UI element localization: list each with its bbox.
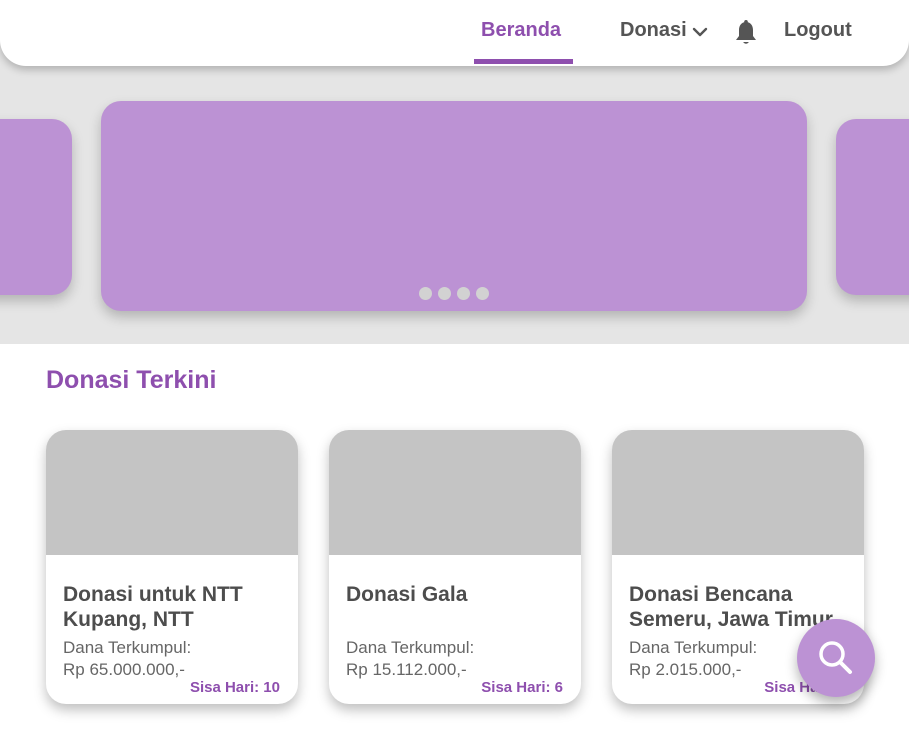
carousel-dots <box>419 287 489 301</box>
search-button[interactable] <box>797 619 875 697</box>
card-days-left: Sisa Hari: 6 <box>481 679 563 696</box>
bell-icon[interactable] <box>733 19 759 47</box>
chevron-down-icon[interactable] <box>690 25 710 39</box>
card-days-left: Sisa Hari: 10 <box>189 679 280 696</box>
donation-card[interactable]: Donasi untuk NTT Kupang, NTT Dana Terkum… <box>46 430 298 704</box>
card-title: Donasi untuk NTT Kupang, NTT <box>63 583 243 631</box>
carousel-slide-previous[interactable] <box>0 119 72 295</box>
card-collected-label: Dana Terkumpul: <box>63 638 192 657</box>
nav-home-link[interactable]: Beranda <box>481 19 561 42</box>
search-icon <box>819 641 852 674</box>
card-amount: Rp 2.015.000,- <box>629 660 742 679</box>
logout-button[interactable]: Logout <box>784 19 852 42</box>
card-amount: Rp 65.000.000,- <box>63 660 185 679</box>
card-collected-label: Dana Terkumpul: <box>629 638 758 657</box>
card-amount: Rp 15.112.000,- <box>346 660 467 679</box>
carousel-dot[interactable] <box>419 287 432 300</box>
nav-active-indicator <box>474 59 573 64</box>
carousel-slide-next[interactable] <box>836 119 909 295</box>
card-image-placeholder <box>612 430 864 555</box>
card-title: Donasi Gala <box>346 583 468 606</box>
card-image-placeholder <box>329 430 581 555</box>
carousel-dot[interactable] <box>476 287 489 300</box>
carousel-dot[interactable] <box>438 287 451 300</box>
carousel-dot[interactable] <box>457 287 470 300</box>
carousel-slide-current[interactable] <box>101 101 807 311</box>
card-image-placeholder <box>46 430 298 555</box>
nav-donate-dropdown[interactable]: Donasi <box>620 19 687 42</box>
card-collected-label: Dana Terkumpul: <box>346 638 475 657</box>
top-navbar: Beranda Donasi Logout <box>0 0 909 66</box>
donation-card[interactable]: Donasi Gala Dana Terkumpul: Rp 15.112.00… <box>329 430 581 704</box>
section-title: Donasi Terkini <box>46 366 217 394</box>
